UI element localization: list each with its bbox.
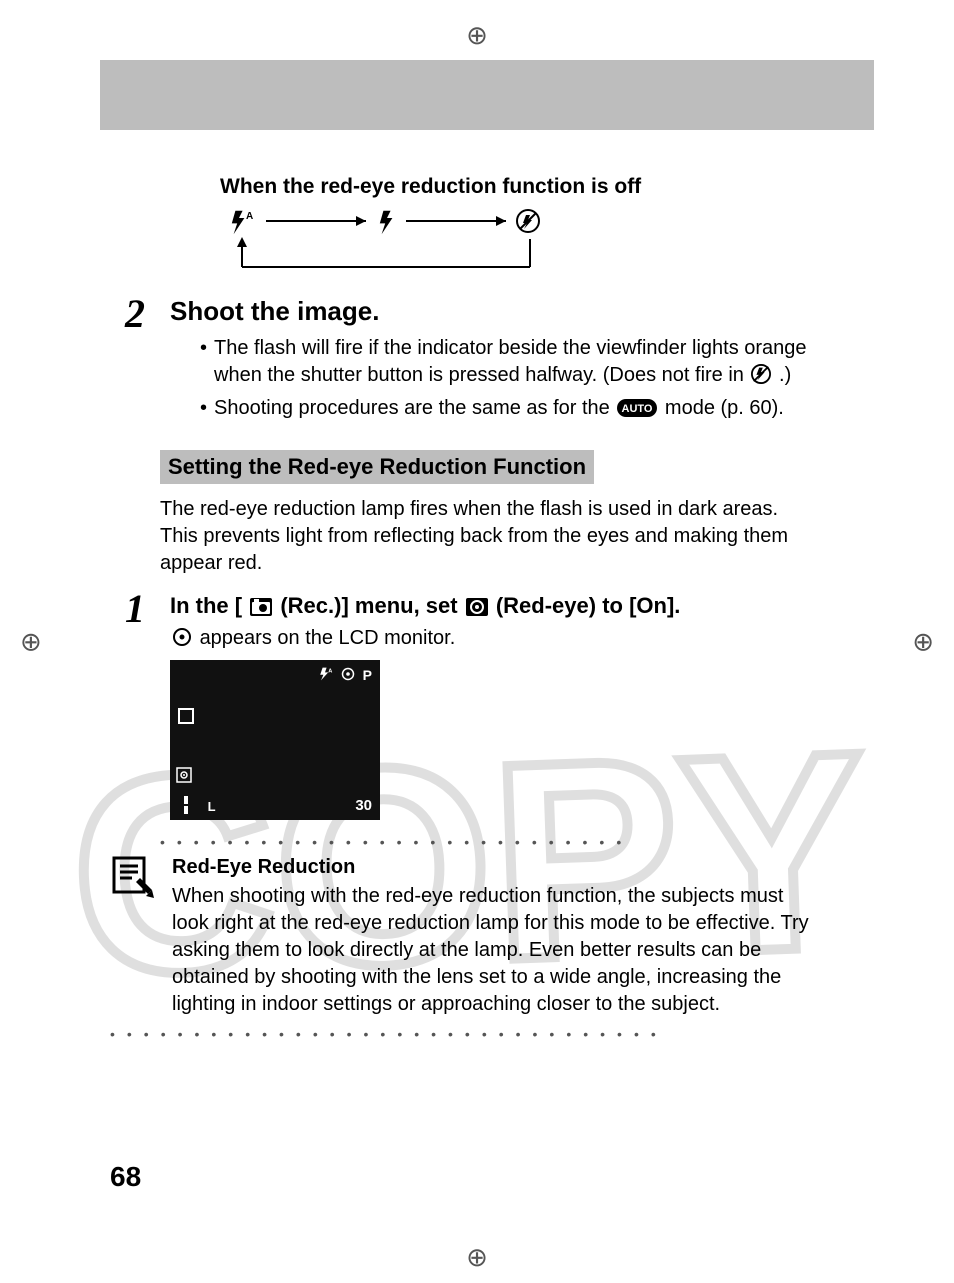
lcd-size-label: L — [184, 796, 216, 814]
svg-text:AUTO: AUTO — [622, 403, 653, 415]
note-icon — [110, 854, 156, 1018]
bullet1-pre: The flash will fire if the indicator bes… — [214, 337, 807, 386]
step-number-2: 2 — [125, 290, 145, 337]
step1-heading: In the [ (Rec.)] menu, set (Red-eye) to … — [170, 591, 810, 621]
camera-rec-icon — [250, 598, 272, 616]
off-heading: When the red-eye reduction function is o… — [220, 175, 810, 199]
dots-separator-top: •••••••••••••••••••••••••••• — [160, 834, 810, 850]
lcd-af-frame-icon — [178, 708, 194, 724]
step2-bullet-2: • Shooting procedures are the same as fo… — [200, 395, 810, 422]
flash-off-icon — [517, 210, 539, 232]
crop-mark-right: ⊕ — [912, 626, 934, 657]
red-eye-circle-icon — [172, 627, 192, 647]
bullet1-post: .) — [779, 364, 791, 386]
flash-on-icon — [380, 211, 393, 234]
bullet2-pre: Shooting procedures are the same as for … — [214, 397, 615, 419]
lcd-mode-p: P — [363, 667, 372, 683]
red-eye-boxed-icon — [466, 598, 488, 616]
dots-separator-bottom: ••••••••••••••••••••••••••••••••• — [110, 1026, 810, 1042]
note-title: Red-Eye Reduction — [172, 854, 810, 881]
lcd-metering-icon — [176, 767, 192, 788]
intro-paragraph: The red-eye reduction lamp fires when th… — [160, 496, 810, 577]
flash-cycle-diagram: A — [230, 209, 810, 284]
auto-mode-badge-icon: AUTO — [617, 399, 657, 417]
step2-heading: Shoot the image. — [170, 296, 810, 327]
bullet2-post: mode (p. 60). — [665, 397, 784, 419]
crop-mark-bottom: ⊕ — [466, 1242, 488, 1273]
svg-text:A: A — [246, 211, 253, 222]
flash-auto-icon: A — [232, 211, 253, 234]
lcd-red-eye-icon — [341, 667, 355, 684]
page-number: 68 — [110, 1161, 141, 1193]
note-text: When shooting with the red-eye reduction… — [172, 883, 810, 1018]
step2-bullet-1: • The flash will fire if the indicator b… — [200, 335, 810, 389]
flash-off-icon — [751, 364, 771, 384]
step-number-1: 1 — [125, 585, 145, 632]
lcd-preview: A P — [170, 660, 380, 820]
lcd-shots-remaining: 30 — [355, 797, 372, 814]
subsection-heading: Setting the Red-eye Reduction Function — [160, 450, 594, 484]
lcd-flash-auto-icon: A — [317, 666, 333, 685]
svg-text:A: A — [328, 668, 332, 674]
header-grey-band — [100, 60, 874, 130]
crop-mark-top: ⊕ — [466, 20, 488, 51]
appears-line: appears on the LCD monitor. — [170, 627, 810, 650]
crop-mark-left: ⊕ — [20, 626, 42, 657]
